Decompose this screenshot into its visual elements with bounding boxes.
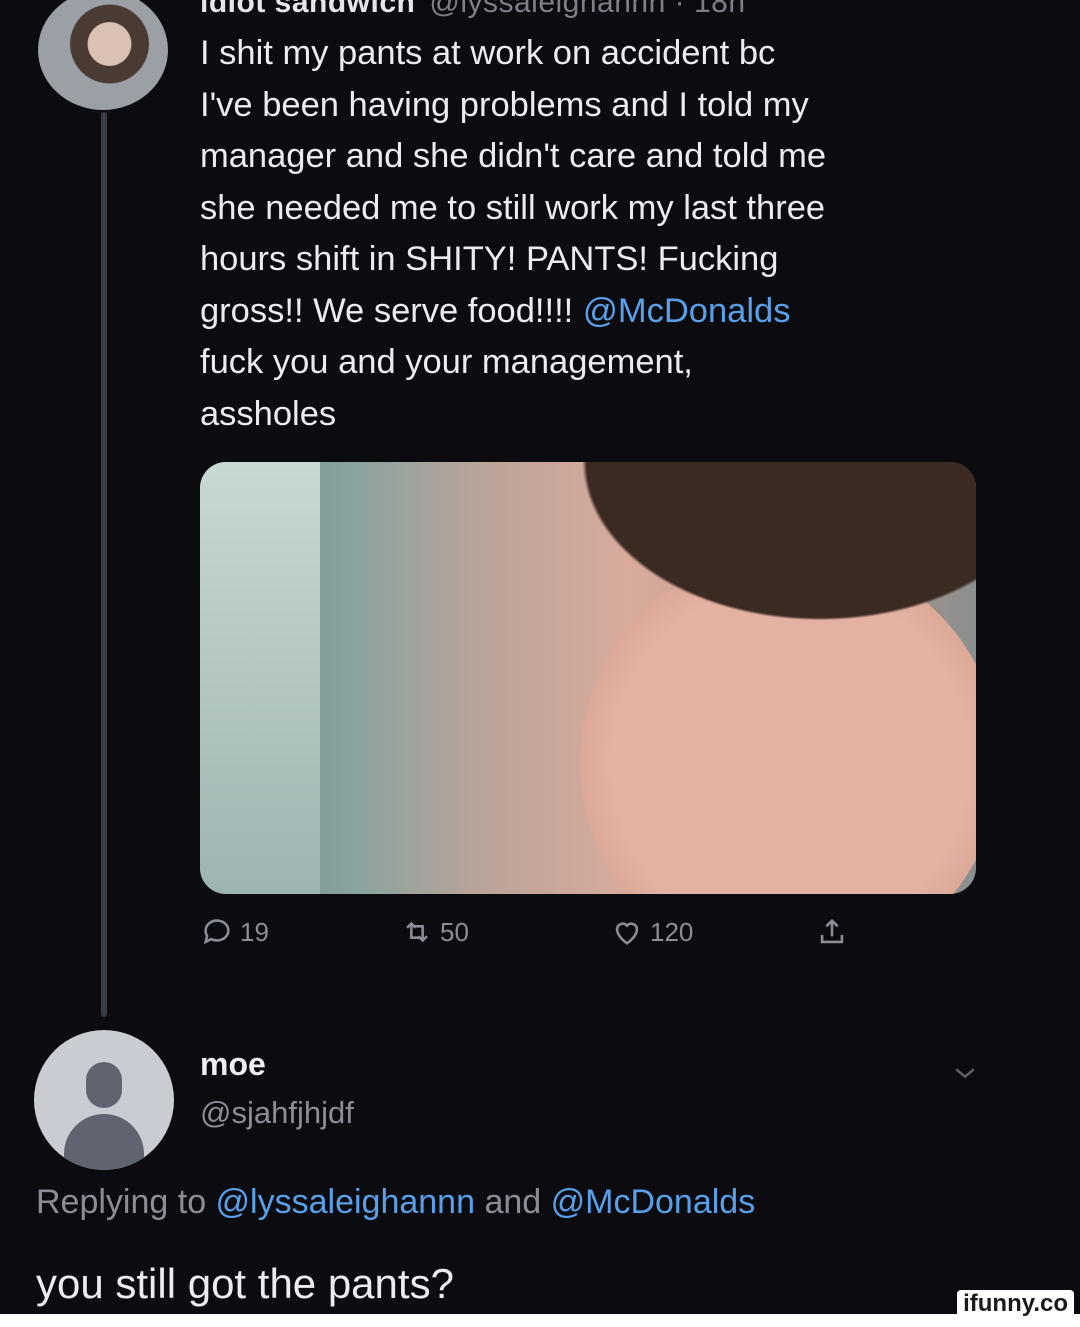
tweet-line: I shit my pants at work on accident bc xyxy=(200,34,776,72)
footer-bar xyxy=(0,1314,1080,1327)
reply-icon xyxy=(203,919,230,945)
author-handle: @lyssaleighannn · 18h xyxy=(429,0,746,19)
tweet-line: manager and she didn't care and told me xyxy=(200,137,827,175)
reply-count: 19 xyxy=(240,916,269,947)
tweet-line: assholes xyxy=(200,394,337,433)
mention-link[interactable]: @McDonalds xyxy=(583,292,791,330)
heart-icon xyxy=(615,922,639,945)
tweet-photo[interactable] xyxy=(200,462,976,894)
tweet-line: I've been having problems and I told my xyxy=(200,85,809,124)
tweet-actions: 19 50 120 xyxy=(200,915,880,965)
tweet-line: fuck you and your management, xyxy=(200,343,693,381)
replying-prefix: Replying to xyxy=(36,1183,216,1221)
reply-avatar[interactable] xyxy=(34,1030,174,1170)
mention-link[interactable]: @McDonalds xyxy=(551,1183,756,1221)
tweet-line: gross!! We serve food!!!! @McDonalds xyxy=(200,286,1000,338)
replying-and: and xyxy=(475,1183,551,1221)
mention-link[interactable]: @lyssaleighannn xyxy=(216,1183,475,1221)
ifunny-watermark: ifunny.co xyxy=(957,1290,1074,1318)
share-icon xyxy=(820,918,844,944)
like-count: 120 xyxy=(650,916,694,947)
tweet-line: she needed me to still work my last thre… xyxy=(200,188,826,227)
photo-window xyxy=(200,462,320,894)
retweet-count: 50 xyxy=(440,916,469,947)
like-action[interactable]: 120 xyxy=(610,915,693,949)
tweet-line: hours shift in SHITY! PANTS! Fucking xyxy=(200,240,779,278)
retweet-action[interactable]: 50 xyxy=(400,915,469,949)
reply-author-handle: @sjahfjhjdf xyxy=(200,1095,354,1130)
chevron-down-icon[interactable] xyxy=(950,1058,980,1088)
avatar-head xyxy=(86,1062,122,1108)
photo-hair xyxy=(520,462,976,662)
reply-action[interactable]: 19 xyxy=(200,915,269,949)
share-action[interactable] xyxy=(815,915,849,949)
tweet-body: I shit my pants at work on accident bc I… xyxy=(200,28,1000,440)
author-name[interactable]: idiot sandwich xyxy=(200,0,415,19)
avatar-body xyxy=(64,1114,144,1170)
reply-author-name[interactable]: moe xyxy=(200,1046,266,1083)
reply-body: you still got the pants? xyxy=(36,1260,454,1307)
tweet-line-text: gross!! We serve food!!!! xyxy=(200,291,583,330)
replying-to-line: Replying to @lyssaleighannn and @McDonal… xyxy=(36,1183,755,1222)
author-avatar[interactable] xyxy=(38,0,168,110)
thread-connector-line xyxy=(101,112,107,1017)
retweet-icon xyxy=(406,921,428,943)
tweet-header: idiot sandwich @lyssaleighannn · 18h xyxy=(200,0,746,20)
